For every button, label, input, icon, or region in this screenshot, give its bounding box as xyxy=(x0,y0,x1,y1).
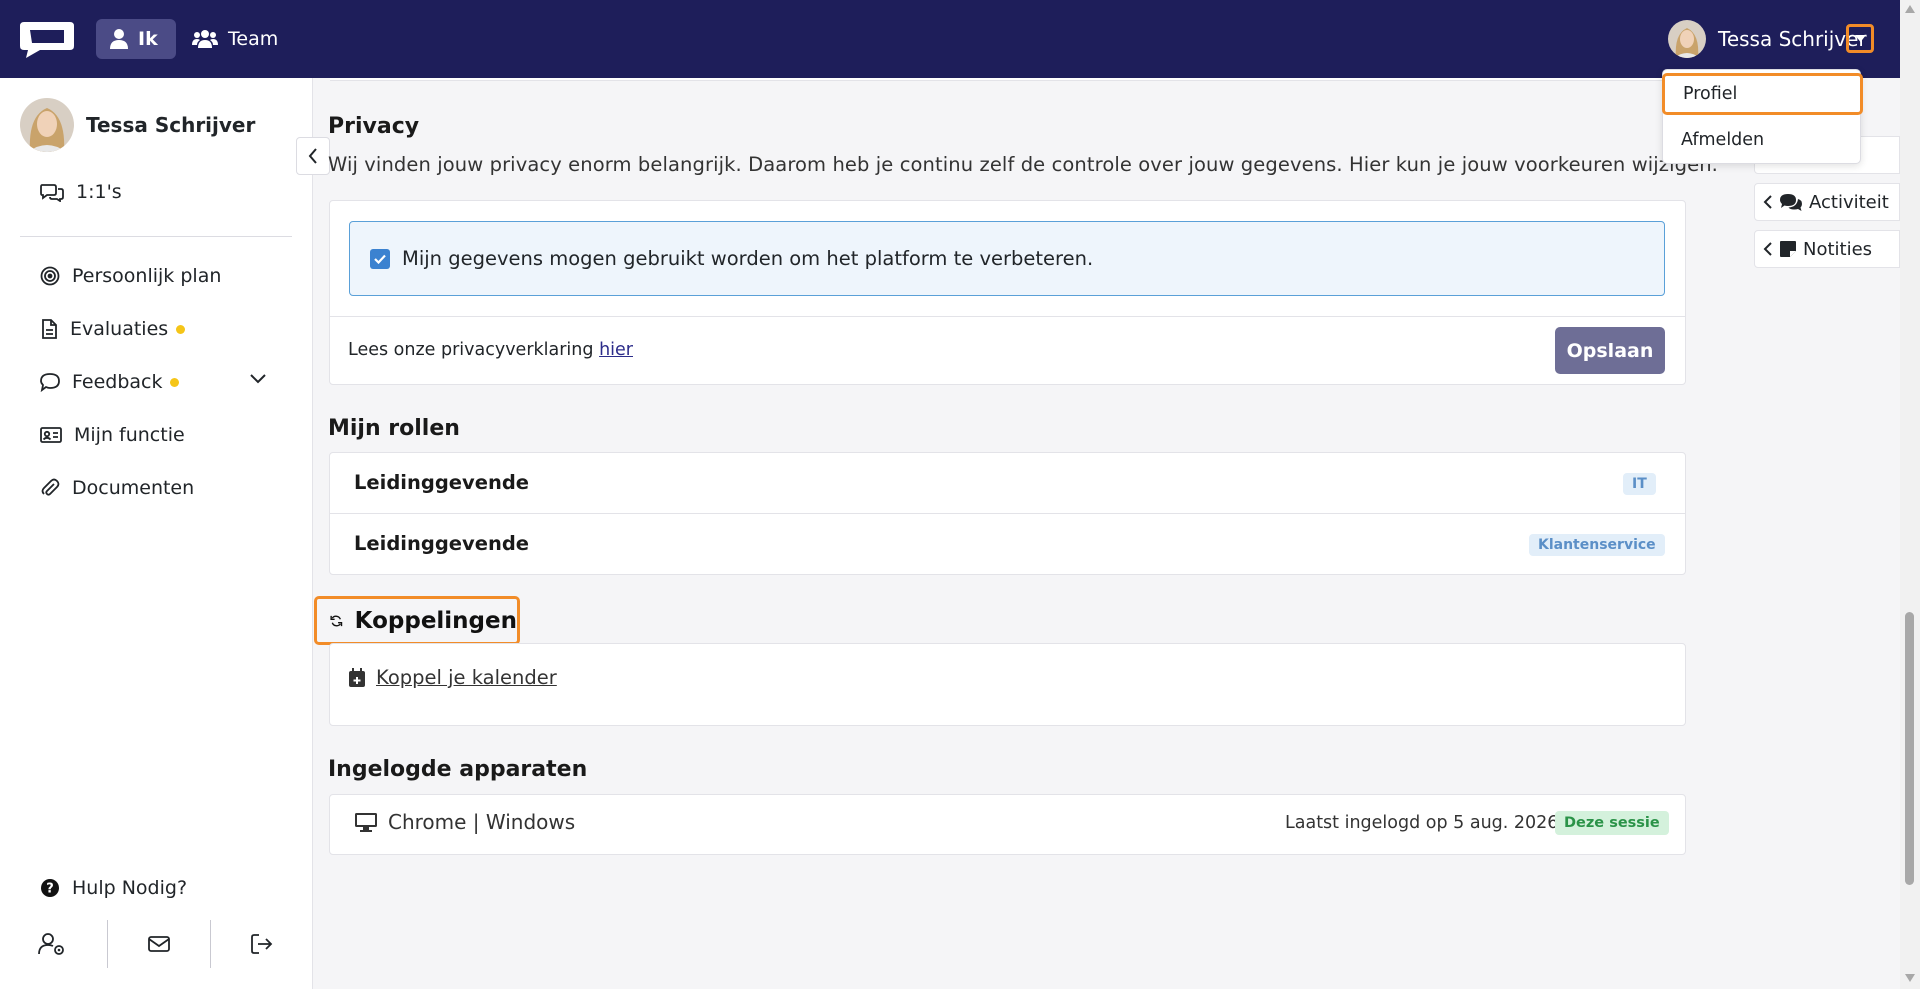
sync-icon xyxy=(330,615,343,626)
koppelingen-heading: Koppelingen xyxy=(314,596,520,645)
sidebar-user[interactable]: Tessa Schrijver xyxy=(20,98,255,152)
koppelingen-title: Koppelingen xyxy=(354,607,517,634)
nav-tab-ik[interactable]: Ik xyxy=(96,19,176,59)
side-tab-activiteit[interactable]: Activiteit xyxy=(1754,183,1900,221)
connect-calendar-label: Koppel je kalender xyxy=(376,666,557,689)
save-button[interactable]: Opslaan xyxy=(1555,327,1665,374)
sidebar-item-documenten[interactable]: Documenten xyxy=(40,477,194,499)
sidebar: Tessa Schrijver 1:1's Persoonlijk plan E… xyxy=(0,78,313,989)
sidebar-item-persoonlijk-plan[interactable]: Persoonlijk plan xyxy=(40,265,221,287)
notification-dot xyxy=(176,324,186,334)
chevron-left-icon xyxy=(308,148,317,164)
svg-text:?: ? xyxy=(46,882,54,897)
sidebar-item-label: Feedback xyxy=(72,371,163,393)
sidebar-item-one-on-ones[interactable]: 1:1's xyxy=(40,181,122,203)
current-session-badge: Deze sessie xyxy=(1555,811,1669,835)
privacy-description: Wij vinden jouw privacy enorm belangrijk… xyxy=(328,153,1718,176)
sidebar-item-evaluaties[interactable]: Evaluaties xyxy=(40,318,186,340)
sidebar-item-label: Evaluaties xyxy=(70,318,169,340)
paperclip-icon xyxy=(41,478,60,496)
connect-calendar-link[interactable]: Koppel je kalender xyxy=(348,666,557,689)
devices-title: Ingelogde apparaten xyxy=(328,757,588,782)
card-divider xyxy=(330,513,1685,514)
sidebar-item-mijn-functie[interactable]: Mijn functie xyxy=(40,424,185,446)
user-menu-toggle[interactable]: Tessa Schrijver xyxy=(1668,15,1867,63)
user-dropdown-menu: Profiel Afmelden xyxy=(1662,69,1863,164)
device-name: Chrome | Windows xyxy=(388,810,576,834)
consent-label: Mijn gegevens mogen gebruikt worden om h… xyxy=(402,247,1094,270)
side-tab-label: Notities xyxy=(1803,238,1873,260)
sidebar-footer xyxy=(0,920,313,968)
privacy-statement-link[interactable]: hier xyxy=(599,340,633,360)
scroll-up-icon[interactable] xyxy=(1905,5,1915,13)
question-circle-icon: ? xyxy=(41,879,59,897)
side-tab-label: Activiteit xyxy=(1809,191,1889,213)
caret-down-icon xyxy=(1854,35,1866,42)
chat-icon xyxy=(40,184,64,202)
sidebar-collapse-button[interactable] xyxy=(296,137,330,175)
nav-tab-team[interactable]: Team xyxy=(178,19,292,59)
scrollbar-thumb[interactable] xyxy=(1905,612,1914,885)
comments-icon xyxy=(1780,194,1802,211)
sidebar-item-label: Mijn functie xyxy=(74,424,185,446)
roles-title: Mijn rollen xyxy=(328,416,460,441)
privacy-statement-text: Lees onze privacyverklaring xyxy=(348,340,594,360)
consent-checkbox[interactable] xyxy=(370,248,390,269)
logout-button[interactable] xyxy=(210,920,314,968)
target-icon xyxy=(40,266,60,286)
scroll-down-icon[interactable] xyxy=(1905,974,1915,982)
calendar-plus-icon xyxy=(349,667,365,687)
users-icon xyxy=(192,30,218,48)
envelope-icon xyxy=(148,936,170,952)
chevron-down-icon[interactable] xyxy=(250,374,266,384)
user-icon xyxy=(110,29,128,49)
privacy-title: Privacy xyxy=(328,114,420,139)
comment-icon xyxy=(40,373,60,392)
check-icon xyxy=(374,254,386,264)
menu-item-afmelden[interactable]: Afmelden xyxy=(1663,119,1862,161)
sticky-note-icon xyxy=(1780,241,1796,257)
sign-out-icon xyxy=(251,934,273,954)
previous-card-edge xyxy=(330,78,1686,81)
department-badge: Klantenservice xyxy=(1529,534,1665,556)
privacy-statement: Lees onze privacyverklaring hier xyxy=(348,340,633,360)
sidebar-user-name: Tessa Schrijver xyxy=(86,113,256,137)
user-settings-button[interactable] xyxy=(0,920,104,968)
role-name: Leidinggevende xyxy=(354,532,530,555)
desktop-icon xyxy=(355,813,377,832)
chevron-left-icon xyxy=(1763,195,1772,209)
help-link[interactable]: ? Hulp Nodig? xyxy=(40,877,187,899)
help-label: Hulp Nodig? xyxy=(72,877,188,899)
sidebar-item-feedback[interactable]: Feedback xyxy=(40,371,180,393)
role-name: Leidinggevende xyxy=(354,471,530,494)
department-badge: IT xyxy=(1623,473,1656,495)
app-logo-icon[interactable] xyxy=(18,18,76,58)
privacy-consent-box[interactable]: Mijn gegevens mogen gebruikt worden om h… xyxy=(349,221,1665,296)
last-login-text: Laatst ingelogd op 5 aug. 2026 xyxy=(1285,813,1559,833)
chevron-left-icon xyxy=(1763,242,1772,256)
side-tab-notities[interactable]: Notities xyxy=(1754,230,1900,268)
sidebar-item-label: Documenten xyxy=(72,477,195,499)
document-icon xyxy=(42,319,57,339)
avatar xyxy=(1668,20,1706,58)
user-name: Tessa Schrijver xyxy=(1718,27,1867,51)
user-menu-caret[interactable] xyxy=(1846,24,1874,53)
avatar xyxy=(20,98,74,152)
menu-item-profiel[interactable]: Profiel xyxy=(1662,73,1863,115)
sidebar-item-label: 1:1's xyxy=(76,181,122,203)
mail-button[interactable] xyxy=(107,920,211,968)
nav-tab-label: Ik xyxy=(138,28,158,50)
sidebar-divider xyxy=(20,236,292,237)
device-row: Chrome | Windows xyxy=(354,810,575,834)
nav-tab-label: Team xyxy=(228,28,279,50)
card-divider xyxy=(330,316,1685,317)
top-navbar: Ik Team Tessa Schrijver xyxy=(0,0,1900,78)
notification-dot xyxy=(170,377,180,387)
id-card-icon xyxy=(40,427,62,443)
sidebar-item-label: Persoonlijk plan xyxy=(72,265,222,287)
user-gear-icon xyxy=(38,933,64,955)
